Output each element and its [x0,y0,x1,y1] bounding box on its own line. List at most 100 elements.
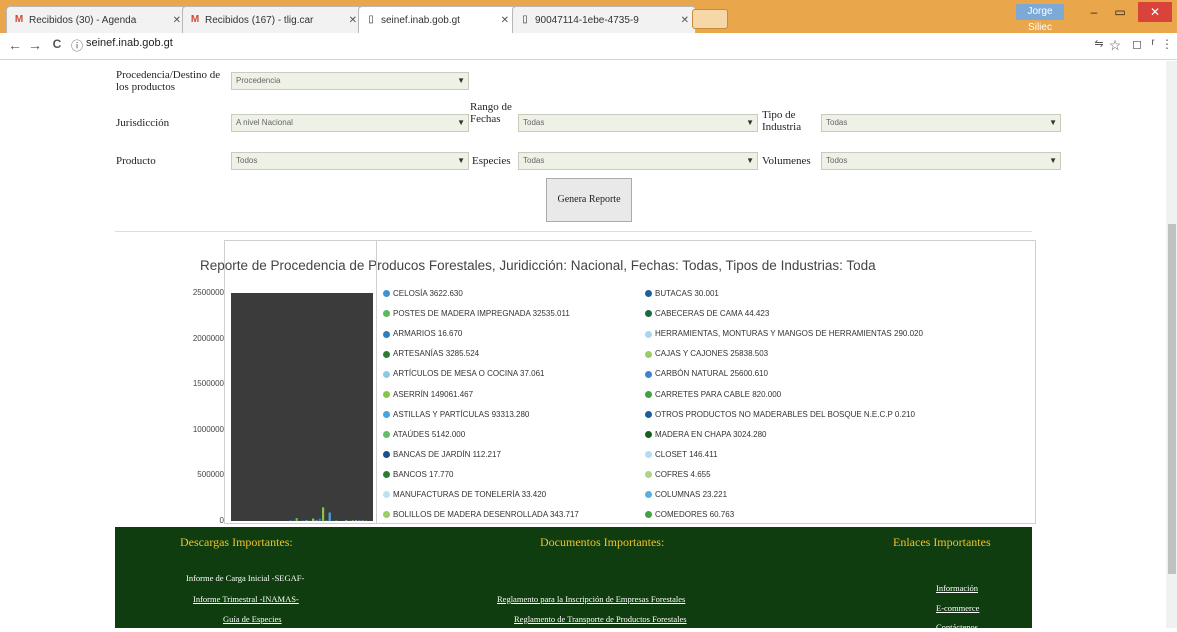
chart-bar[interactable] [302,520,305,521]
chart-bar[interactable] [308,520,311,521]
legend-item[interactable]: BANCAS DE JARDÍN 112.217 [383,450,501,459]
chart-bar[interactable] [289,520,292,521]
legend-item[interactable]: ATAÚDES 5142.000 [383,430,465,439]
close-window-icon[interactable]: ✕ [1138,2,1172,22]
legend-swatch [383,431,390,439]
chart-bar[interactable] [338,520,341,521]
chart-bar[interactable] [305,520,308,521]
legend-item[interactable]: BOLILLOS DE MADERA DESENROLLADA 343.717 [383,510,579,519]
procedencia-label: Procedencia/Destino de los productos [116,69,221,93]
descargas-link[interactable]: Informe de Carga Inicial -SEGAF- [186,573,304,583]
legend-swatch [645,491,652,499]
chart-bar[interactable] [341,520,344,521]
genera-reporte-button[interactable]: Genera Reporte [546,178,632,222]
legend-label: POSTES DE MADERA IMPREGNADA 32535.011 [393,309,570,319]
tipo-industria-select[interactable]: Todas ▼ [821,114,1061,132]
reload-icon[interactable]: C [48,37,66,51]
legend-item[interactable]: POSTES DE MADERA IMPREGNADA 32535.011 [383,309,570,318]
tab-seinef[interactable]: ▯ seinef.inab.gob.gt ✕ [358,6,516,33]
close-icon[interactable]: ✕ [681,15,689,26]
legend-label: MANUFACTURAS DE TONELERÍA 33.420 [393,490,547,499]
chart-bar[interactable] [358,520,361,521]
chart-bar[interactable] [331,520,335,521]
chart-bar[interactable] [298,520,302,521]
legend-item[interactable]: COLUMNAS 23.221 [645,490,727,499]
legend-item[interactable]: COMEDORES 60.763 [645,510,734,519]
enlaces-link[interactable]: Información [936,583,978,593]
legend-item[interactable]: CARBÓN NATURAL 25600.610 [645,369,768,378]
legend-item[interactable]: CABECERAS DE CAMA 44.423 [645,309,769,318]
chart-bar[interactable] [312,518,315,521]
legend-label: CAJAS Y CAJONES 25838.503 [655,349,769,359]
profile-badge[interactable]: Jorge Siliec [1016,4,1064,33]
tab-gmail-2[interactable]: M Recibidos (167) - tlig.car ✕ [182,6,364,33]
legend-item[interactable]: ASTILLAS Y PARTÍCULAS 93313.280 [383,410,529,419]
descargas-link[interactable]: Guía de Especies [223,614,282,624]
legend-item[interactable]: CAJAS Y CAJONES 25838.503 [645,349,768,358]
tipo-industria-label: Tipo de Industria [762,109,802,133]
minimize-icon[interactable]: – [1082,2,1106,22]
chart-bar[interactable] [351,520,354,521]
legend-item[interactable]: ASERRÍN 149061.467 [383,390,473,399]
legend-item[interactable]: ARTÍCULOS DE MESA O COCINA 37.061 [383,369,544,378]
chart-bar[interactable] [292,520,295,521]
legend-label: ARMARIOS 16.670 [393,329,463,339]
scrollbar-thumb[interactable] [1168,224,1176,574]
restore-icon[interactable]: ▭ [1108,2,1132,22]
especies-select[interactable]: Todas ▼ [518,152,758,170]
info-icon[interactable]: ⓘ [68,37,86,54]
new-tab-button[interactable] [692,9,728,29]
back-icon[interactable]: ← [6,37,24,53]
legend-item[interactable]: CARRETES PARA CABLE 820.000 [645,390,781,399]
close-icon[interactable]: ✕ [501,15,509,26]
documentos-link[interactable]: Reglamento para la Inscripción de Empres… [497,594,685,604]
legend-swatch [383,350,390,358]
legend-item[interactable]: ARTESANÍAS 3285.524 [383,349,479,358]
close-icon[interactable]: ✕ [173,15,181,26]
tab-label: seinef.inab.gob.gt [381,14,460,26]
tab-document[interactable]: ▯ 90047114-1ebe-4735-9 ✕ [512,6,696,33]
legend-item[interactable]: CELOSÍA 3622.630 [383,289,463,298]
procedencia-select[interactable]: Procedencia ▼ [231,72,469,90]
chart-bar[interactable] [348,520,351,521]
legend-item[interactable]: MANUFACTURAS DE TONELERÍA 33.420 [383,490,546,499]
documentos-link[interactable]: Reglamento de Transporte de Productos Fo… [514,614,687,624]
jurisdiccion-select[interactable]: A nivel Nacional ▼ [231,114,469,132]
legend-item[interactable]: BUTACAS 30.001 [645,289,719,298]
legend-item[interactable]: ARMARIOS 16.670 [383,329,462,338]
forward-icon[interactable]: → [26,37,44,53]
tab-gmail-1[interactable]: M Recibidos (30) - Agenda ✕ [6,6,188,33]
chart-bar[interactable] [335,520,338,521]
chart-bar[interactable] [328,512,331,522]
legend-label: CABECERAS DE CAMA 44.423 [655,309,770,319]
producto-select[interactable]: Todos ▼ [231,152,469,170]
legend-item[interactable]: OTROS PRODUCTOS NO MADERABLES DEL BOSQUE… [645,410,915,419]
descargas-link[interactable]: Informe Trimestral -INAMAS- [193,594,299,604]
legend-item[interactable]: COFRES 4.655 [645,470,711,479]
chart-bar[interactable] [322,507,325,521]
menu-icon[interactable]: ⋮ [1158,37,1176,51]
enlaces-link[interactable]: Contáctenos [936,622,978,632]
legend-label: MADERA EN CHAPA 3024.280 [655,429,767,439]
legend-item[interactable]: CLOSET 146.411 [645,450,717,459]
legend-swatch [645,330,652,338]
legend-item[interactable]: HERRAMIENTAS, MONTURAS Y MANGOS DE HERRA… [645,329,923,338]
close-icon[interactable]: ✕ [349,15,357,26]
star-icon[interactable]: ☆ [1106,37,1124,54]
chart-bar[interactable] [345,520,348,521]
chart-bar[interactable] [361,520,364,521]
volumenes-select[interactable]: Todos ▼ [821,152,1061,170]
rango-select[interactable]: Todas ▼ [518,114,758,132]
chart-bar[interactable] [355,520,358,521]
enlaces-link[interactable]: E-commerce [936,603,979,613]
chart-bar[interactable] [315,520,318,521]
tab-label: Recibidos (30) - Agenda [29,14,137,26]
legend-item[interactable]: MADERA EN CHAPA 3024.280 [645,430,766,439]
legend-item[interactable]: BANCOS 17.770 [383,470,453,479]
chart-bar[interactable] [318,518,321,521]
url-field[interactable]: seinef.inab.gob.gt [86,37,173,49]
chart-bar[interactable] [364,520,368,521]
descargas-title: Descargas Importantes: [180,535,293,549]
chart-bar[interactable] [325,520,328,521]
chart-bar[interactable] [295,518,298,521]
